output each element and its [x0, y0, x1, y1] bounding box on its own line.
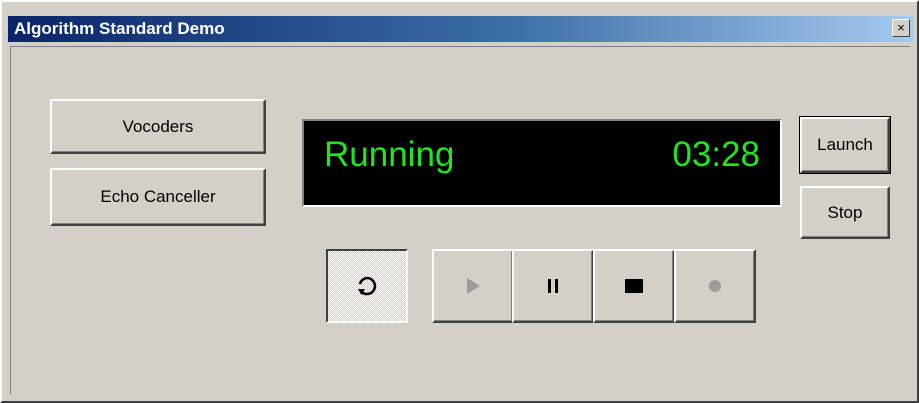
launch-label: Launch: [817, 135, 873, 154]
play-icon: [467, 278, 480, 294]
stop-label: Stop: [827, 202, 863, 222]
vocoders-label: Vocoders: [122, 116, 194, 136]
close-button[interactable]: ×: [892, 19, 910, 37]
window-title: Algorithm Standard Demo: [14, 19, 225, 38]
play-button[interactable]: [432, 249, 514, 323]
loop-toggle-button[interactable]: [326, 249, 408, 323]
stop-playback-button[interactable]: [593, 249, 675, 323]
status-display: Running 03:28: [302, 119, 782, 207]
echo-canceller-label: Echo Canceller: [100, 187, 216, 206]
stop-button[interactable]: Stop: [800, 186, 890, 239]
record-button[interactable]: [674, 249, 756, 323]
status-text: Running: [324, 135, 455, 174]
close-icon: ×: [897, 20, 905, 35]
title-bar[interactable]: Algorithm Standard Demo ×: [8, 16, 913, 42]
loop-icon: [358, 276, 377, 296]
record-icon: [709, 280, 721, 292]
vocoders-button[interactable]: Vocoders: [50, 99, 266, 154]
stop-icon: [625, 279, 643, 293]
echo-canceller-button[interactable]: Echo Canceller: [50, 168, 266, 226]
pause-button[interactable]: [512, 249, 594, 323]
elapsed-time: 03:28: [672, 135, 760, 174]
launch-button[interactable]: Launch: [799, 116, 891, 174]
pause-icon: [548, 279, 558, 293]
app-window: Algorithm Standard Demo × Vocoders Echo …: [0, 0, 919, 403]
